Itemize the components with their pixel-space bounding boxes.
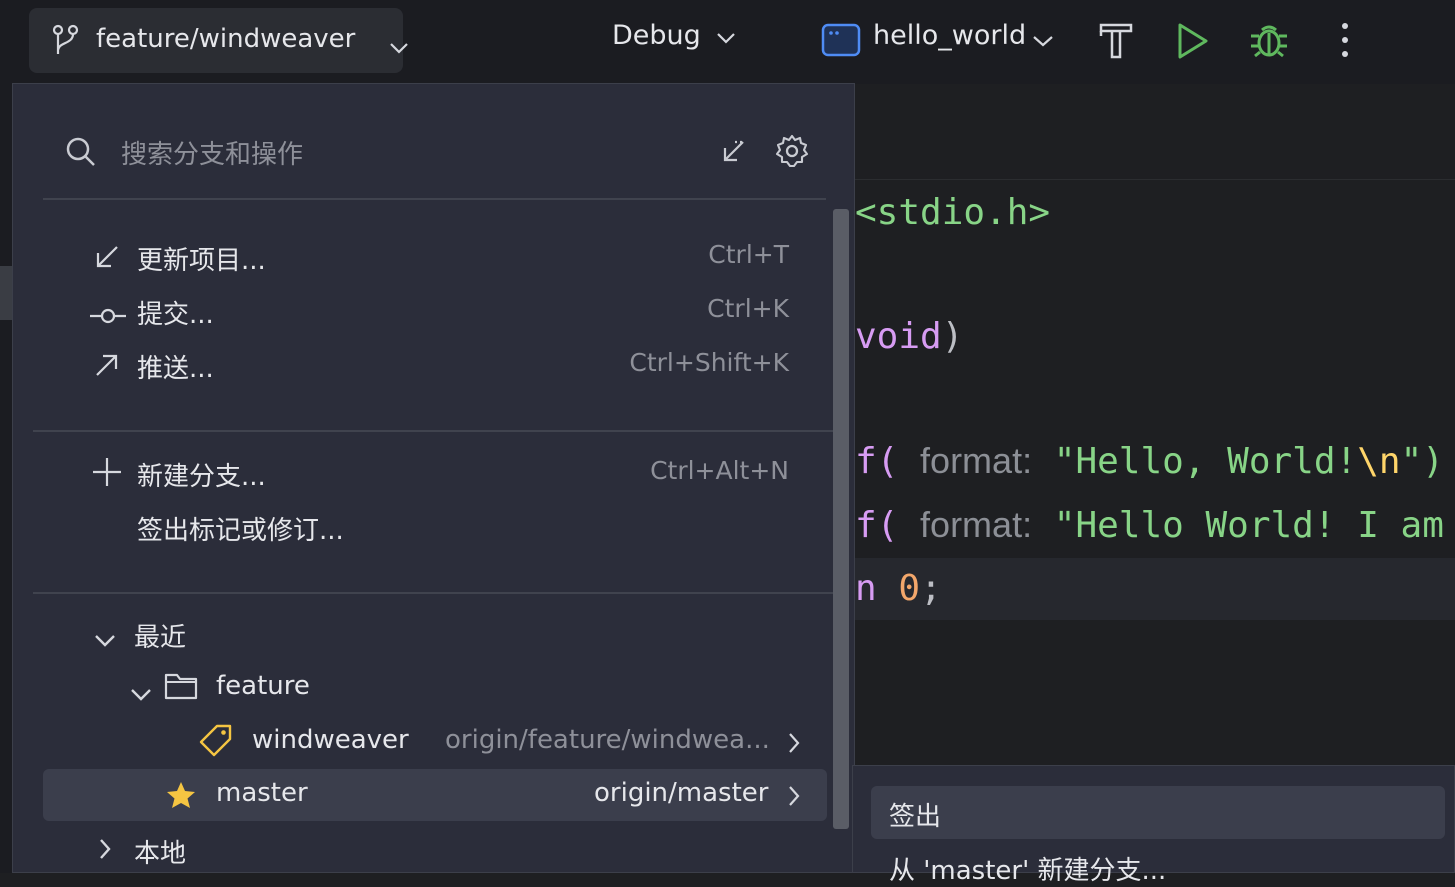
- current-line-highlight: [855, 558, 1455, 620]
- branch-name: windweaver: [252, 725, 409, 755]
- push-arrow-icon: [94, 352, 120, 385]
- app-window-icon: [821, 23, 861, 61]
- code-line-include: <stdio.h>: [855, 192, 1051, 233]
- action-checkout-tag[interactable]: 签出标记或修订...: [89, 504, 789, 550]
- action-label: 签出标记或修订...: [137, 516, 344, 546]
- tree-group-label: 本地: [134, 839, 187, 869]
- branch-name: feature/windweaver: [96, 24, 356, 54]
- collapse-arrow-icon[interactable]: [719, 138, 747, 170]
- branch-item-master[interactable]: master origin/master: [43, 769, 827, 821]
- tree-folder-label: feature: [216, 671, 310, 701]
- chevron-down-icon: [130, 679, 152, 709]
- action-update-project[interactable]: 更新项目... Ctrl+T: [89, 234, 789, 280]
- code-line-main: void): [855, 316, 964, 357]
- branch-name: master: [216, 778, 308, 808]
- git-branch-icon: [51, 24, 81, 65]
- run-play-icon[interactable]: [1176, 22, 1210, 64]
- branch-widget-button[interactable]: feature/windweaver: [29, 8, 408, 73]
- popup-search-bar: [43, 124, 833, 184]
- submenu-label: 签出: [889, 802, 942, 832]
- code-editor[interactable]: <stdio.h> void) f( format: "Hello, World…: [855, 84, 1455, 764]
- action-commit[interactable]: 提交... Ctrl+K: [89, 288, 789, 334]
- action-label: 新建分支...: [137, 462, 266, 492]
- chevron-right-icon: [787, 731, 801, 761]
- action-new-branch[interactable]: 新建分支... Ctrl+Alt+N: [89, 450, 789, 496]
- action-shortcut: Ctrl+Shift+K: [629, 348, 789, 377]
- chevron-down-icon: [389, 32, 409, 62]
- submenu-checkout[interactable]: 签出: [871, 786, 1445, 839]
- branch-tracking: origin/feature/windwea...: [445, 725, 770, 755]
- chevron-down-icon: [94, 625, 116, 655]
- debug-bug-icon[interactable]: [1249, 20, 1289, 64]
- action-label: 提交...: [137, 300, 214, 330]
- action-shortcut: Ctrl+T: [708, 240, 789, 269]
- tree-group-label: 最近: [134, 623, 187, 653]
- branch-submenu: 签出 从 'master' 新建分支...: [852, 765, 1455, 886]
- action-shortcut: Ctrl+K: [707, 294, 789, 323]
- tree-group-local[interactable]: 本地: [89, 827, 789, 873]
- action-shortcut: Ctrl+Alt+N: [650, 456, 789, 485]
- branch-item-windweaver[interactable]: windweaver origin/feature/windwea...: [199, 719, 809, 765]
- chevron-down-icon[interactable]: [1032, 33, 1054, 52]
- action-push[interactable]: 推送... Ctrl+Shift+K: [89, 342, 789, 388]
- divider: [33, 592, 836, 594]
- divider: [33, 430, 836, 432]
- branches-popup: 更新项目... Ctrl+T 提交... Ctrl+K 推送... Ctrl+S…: [12, 83, 855, 873]
- star-icon: [166, 781, 196, 816]
- target-selector[interactable]: hello_world: [873, 20, 1026, 51]
- hammer-build-icon[interactable]: [1098, 20, 1134, 64]
- tag-icon: [199, 723, 233, 764]
- update-arrow-icon: [94, 244, 120, 277]
- tree-folder-feature[interactable]: feature: [127, 665, 787, 711]
- folder-icon: [164, 671, 198, 708]
- branch-search-input[interactable]: [119, 134, 683, 176]
- more-vertical-icon[interactable]: [1340, 22, 1350, 62]
- plus-icon: [92, 457, 122, 494]
- run-config-selector[interactable]: Debug: [612, 20, 701, 51]
- code-line-printf-2: f( format: "Hello World! I am: [855, 504, 1444, 546]
- divider: [43, 198, 826, 200]
- tree-group-recent[interactable]: 最近: [89, 611, 789, 657]
- commit-icon: [89, 302, 127, 332]
- editor-tab-bar: [855, 84, 1455, 180]
- code-line-printf-1: f( format: "Hello, World!\n"): [855, 440, 1444, 482]
- submenu-new-branch-from[interactable]: 从 'master' 新建分支...: [889, 850, 1166, 887]
- gear-icon[interactable]: [775, 134, 809, 172]
- tool-strip-selected: [0, 266, 12, 320]
- code-line-return: n 0;: [855, 568, 942, 609]
- main-toolbar: feature/windweaver Debug hello_world: [0, 0, 1455, 84]
- chevron-down-icon[interactable]: [716, 30, 736, 49]
- chevron-right-icon: [98, 837, 112, 867]
- chevron-right-icon: [787, 784, 801, 814]
- branch-tracking: origin/master: [594, 778, 769, 808]
- left-tool-strip: [0, 84, 12, 873]
- popup-scrollbar[interactable]: [833, 209, 849, 829]
- search-icon: [65, 136, 97, 172]
- action-label: 推送...: [137, 354, 214, 384]
- action-label: 更新项目...: [137, 246, 266, 276]
